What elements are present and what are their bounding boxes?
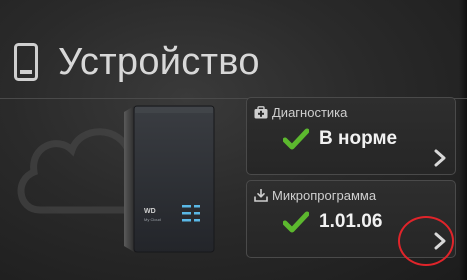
diagnostics-card[interactable]: Диагностика В норме xyxy=(246,97,456,175)
check-icon xyxy=(283,211,309,233)
firmware-label-row: Микропрограмма xyxy=(254,188,376,203)
medkit-icon xyxy=(254,106,268,119)
diagnostics-value: В норме xyxy=(319,128,398,149)
diagnostics-label-row: Диагностика xyxy=(254,105,347,120)
firmware-status: 1.01.06 xyxy=(283,211,382,233)
diagnostics-status: В норме xyxy=(283,128,397,150)
annotation-circle xyxy=(398,216,454,266)
device-logo: WD xyxy=(144,208,156,215)
page-header: Устройство xyxy=(14,36,260,88)
device-leds xyxy=(182,205,200,222)
firmware-label: Микропрограмма xyxy=(272,188,377,203)
chevron-right-icon[interactable] xyxy=(433,148,447,168)
device-panel: Устройство WD My Cloud Диагностика В нор… xyxy=(0,0,467,280)
nas-device-image: WD My Cloud xyxy=(124,105,215,253)
device-model: My Cloud xyxy=(144,217,161,222)
firmware-value: 1.01.06 xyxy=(319,211,383,232)
download-icon xyxy=(254,189,268,202)
check-icon xyxy=(283,128,309,150)
page-title: Устройство xyxy=(58,41,260,83)
device-icon xyxy=(14,43,38,81)
diagnostics-label: Диагностика xyxy=(272,105,348,120)
